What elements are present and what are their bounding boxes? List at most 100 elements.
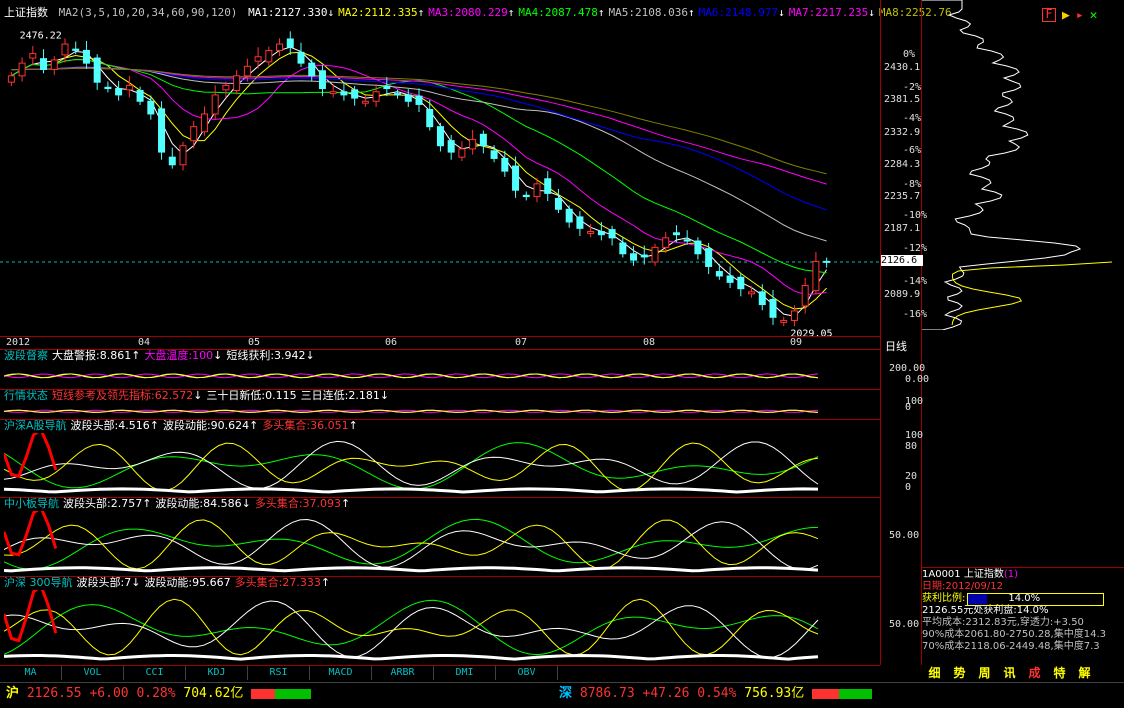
candle-body bbox=[469, 138, 477, 150]
indicator-tick: 50.00 bbox=[889, 530, 920, 541]
indicator-arrow: ↑ bbox=[131, 349, 141, 362]
candle-body bbox=[587, 231, 595, 234]
candle-body bbox=[7, 75, 15, 83]
candle-body bbox=[286, 38, 294, 48]
ma-arrow: ↓ bbox=[778, 6, 785, 19]
indicator-value: 多头集合:37.093 bbox=[254, 497, 342, 510]
pct-tick: -2% bbox=[903, 82, 922, 93]
indicator-panel[interactable]: 行情状态 短线参考及领先指标:62.572↓ 三十日新低:0.115 三日连低:2.1… bbox=[0, 389, 880, 419]
indicator-tick: 0 bbox=[905, 482, 912, 493]
candle-body bbox=[179, 145, 187, 166]
right-tabs: 细势周讯成特解 bbox=[922, 666, 1124, 680]
candle-body bbox=[61, 43, 69, 56]
candle-body bbox=[737, 276, 745, 290]
indicator-thick-line bbox=[4, 487, 819, 494]
sz-label: 深 bbox=[559, 686, 573, 701]
x-tick: 06 bbox=[385, 337, 398, 348]
period-label[interactable]: 日线 bbox=[885, 338, 907, 354]
indicator-chart bbox=[4, 373, 819, 379]
candle-body bbox=[490, 150, 498, 159]
ma-value: MA3:2080.229 bbox=[428, 6, 508, 19]
candle-body bbox=[554, 197, 562, 210]
candle-body bbox=[415, 95, 423, 105]
candle-body bbox=[823, 260, 831, 263]
indicator-panel[interactable]: 中小板导航 波段头部:2.757↑ 波段动能:84.586↓ 多头集合:37.093↑ bbox=[0, 497, 880, 576]
indicator-tick: 20 bbox=[905, 471, 918, 482]
tab-ma[interactable]: MA bbox=[0, 666, 62, 680]
right-tab[interactable]: 成 bbox=[1022, 666, 1047, 680]
right-tab[interactable]: 特 bbox=[1047, 666, 1072, 680]
price-tick: 2284.3 bbox=[884, 159, 921, 170]
tab-macd[interactable]: MACD bbox=[310, 666, 372, 680]
candle-body bbox=[812, 260, 820, 292]
candle-body bbox=[383, 86, 391, 90]
indicator-arrow: ↑ bbox=[320, 576, 331, 589]
candle-body bbox=[672, 232, 680, 236]
indicator-value: 波段动能:84.586 bbox=[155, 497, 242, 510]
candle-body bbox=[158, 108, 166, 153]
candle-body bbox=[254, 56, 262, 62]
candle-body bbox=[72, 48, 80, 51]
indicator-red-line bbox=[4, 433, 58, 478]
indicator-value: 短线参考及领先指标:62.572 bbox=[52, 389, 194, 402]
indicator-thick-line bbox=[4, 653, 819, 661]
tab-kdj[interactable]: KDJ bbox=[186, 666, 248, 680]
candle-body bbox=[115, 88, 123, 96]
tab-rsi[interactable]: RSI bbox=[248, 666, 310, 680]
indicator-value: 大盘温度:100 bbox=[144, 349, 214, 362]
indicator-value: 三十日新低:0.115 bbox=[206, 389, 297, 402]
indicator-panel[interactable]: 沪深 300导航 波段头部:7↓ 波段动能:95.667 多头集合:27.333↑ bbox=[0, 576, 880, 665]
chip-info: 1A0001 上证指数(1) 日期:2012/09/12 获利比例: 14.0%… bbox=[922, 567, 1124, 666]
candle-body bbox=[190, 126, 198, 142]
indicator-value: 多头集合:27.333 bbox=[234, 576, 321, 589]
price-tick: 2089.9 bbox=[884, 289, 921, 300]
ma-value: MA2:2112.335 bbox=[338, 6, 418, 19]
info-line: 70%成本2118.06-2449.48,集中度7.3 bbox=[922, 641, 1100, 652]
indicator-panel[interactable]: 沪深A股导航 波段头部:4.516↑ 波段动能:90.624↑ 多头集合:36.051… bbox=[0, 419, 880, 497]
tab-cci[interactable]: CCI bbox=[124, 666, 186, 680]
kline-header: 上证指数 MA2(3,5,10,20,34,60,90,120) MA1:212… bbox=[4, 6, 960, 20]
indicator-header: 沪深 300导航 波段头部:7↓ 波段动能:95.667 多头集合:27.333↑ bbox=[4, 576, 334, 590]
last-price-tag: 2126.6 bbox=[881, 255, 923, 266]
candle-body bbox=[394, 93, 402, 96]
candle-body bbox=[726, 275, 734, 283]
candle-body bbox=[93, 57, 101, 83]
info-date: 日期:2012/09/12 bbox=[922, 581, 1004, 592]
candle-body bbox=[533, 183, 541, 198]
kline-chart[interactable]: 2476.222029.05 bbox=[0, 20, 880, 338]
right-tab[interactable]: 解 bbox=[1072, 666, 1097, 680]
candle-body bbox=[640, 254, 648, 258]
x-tick: 2012 bbox=[6, 337, 31, 348]
indicator-arrow: ↓ bbox=[305, 349, 315, 362]
right-tab[interactable]: 细 bbox=[922, 666, 947, 680]
candle-body bbox=[715, 271, 723, 277]
indicator-chart bbox=[4, 590, 819, 661]
candle-body bbox=[243, 65, 251, 77]
tab-dmi[interactable]: DMI bbox=[434, 666, 496, 680]
ma-arrow: ↓ bbox=[327, 6, 335, 19]
info-code-name: 1A0001 上证指数 bbox=[922, 569, 1004, 580]
indicator-value: 波段头部:4.516 bbox=[70, 419, 150, 432]
main-chart-panel[interactable]: 上证指数 MA2(3,5,10,20,34,60,90,120) MA1:212… bbox=[0, 0, 952, 666]
right-tab[interactable]: 周 bbox=[972, 666, 997, 680]
index-title: 上证指数 bbox=[4, 6, 48, 19]
right-tab[interactable]: 势 bbox=[947, 666, 972, 680]
ma-value: MA6:2148.977 bbox=[698, 6, 779, 19]
tab-obv[interactable]: OBV bbox=[496, 666, 558, 680]
candle-body bbox=[801, 285, 809, 307]
sh-change: +6.00 bbox=[89, 686, 129, 701]
sh-breadth-bar bbox=[251, 688, 312, 699]
candle-body bbox=[318, 70, 326, 90]
right-tab[interactable]: 讯 bbox=[997, 666, 1022, 680]
sh-amount: 704.62亿 bbox=[183, 686, 244, 701]
info-profit-label: 获利比例: bbox=[922, 593, 966, 604]
indicator-panel[interactable]: 波段督察 大盘警报:8.861↑ 大盘温度:100↓ 短线获利:3.942↓ bbox=[0, 349, 880, 389]
chip-profile bbox=[922, 0, 1082, 330]
indicator-line bbox=[4, 518, 819, 570]
high-label: 2476.22 bbox=[20, 30, 62, 41]
tab-arbr[interactable]: ARBR bbox=[372, 666, 434, 680]
tab-vol[interactable]: VOL bbox=[62, 666, 124, 680]
price-tick: 2332.9 bbox=[884, 127, 921, 138]
candle-body bbox=[265, 49, 273, 63]
pct-tick: 0% bbox=[903, 49, 916, 60]
